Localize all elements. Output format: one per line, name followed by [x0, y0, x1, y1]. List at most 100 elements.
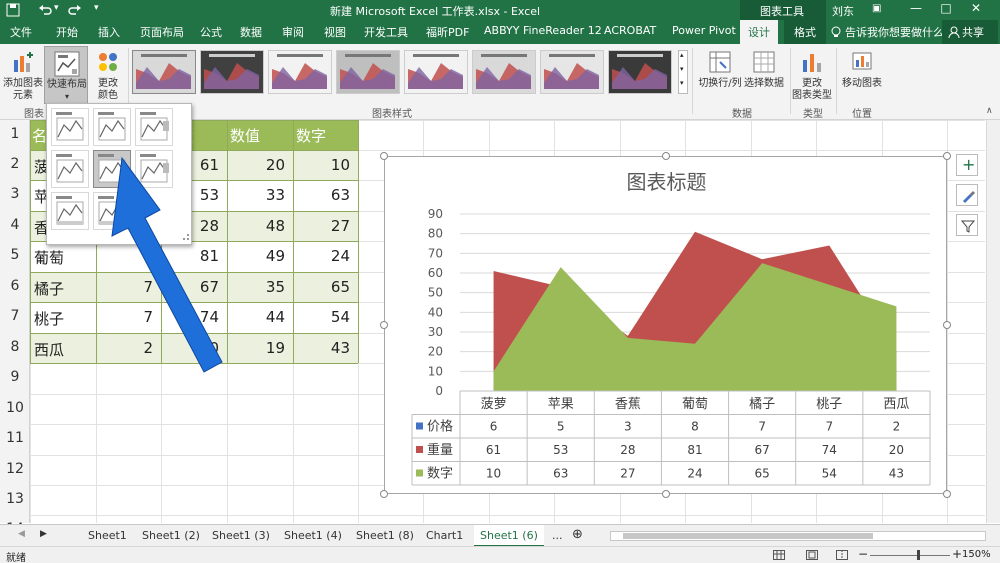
chart-style-thumb[interactable] [608, 50, 672, 94]
tab-foxit-pdf[interactable]: 福昕PDF [426, 24, 469, 40]
table-cell-value[interactable]: 24 [293, 247, 358, 265]
vertical-scrollbar[interactable] [986, 120, 1000, 523]
chart-resize-handle[interactable] [661, 490, 670, 498]
add-sheet-button[interactable]: ⊕ [572, 525, 583, 543]
tab-data[interactable]: 数据 [240, 24, 262, 40]
tab-developer[interactable]: 开发工具 [364, 24, 408, 40]
gallery-down-icon[interactable]: ▾ [680, 65, 684, 73]
chart-title[interactable]: 图表标题 [627, 170, 707, 194]
row-header[interactable]: 12 [0, 461, 30, 477]
more-sheets-button[interactable]: ... [552, 527, 563, 545]
row-header[interactable]: 9 [0, 369, 30, 385]
row-header[interactable]: 2 [0, 156, 30, 172]
chart-resize-handle[interactable] [943, 490, 951, 498]
page-layout-view-icon[interactable] [806, 550, 818, 560]
row-header[interactable]: 7 [0, 308, 30, 324]
move-chart-button[interactable]: 移动图表 [838, 46, 886, 104]
zoom-level[interactable]: 150% [962, 549, 991, 560]
gallery-scroll[interactable]: ▴ ▾ ▾ [678, 50, 688, 94]
zoom-slider[interactable] [870, 555, 950, 556]
gallery-more-icon[interactable]: ▾ [680, 79, 684, 87]
next-sheet-button[interactable]: ▶ [40, 527, 47, 545]
row-header[interactable]: 13 [0, 491, 30, 507]
table-cell-value[interactable]: 27 [293, 217, 358, 235]
quick-layout-button[interactable]: 快速布局 ▾ [44, 46, 88, 104]
undo-icon[interactable] [38, 3, 52, 17]
horizontal-scrollbar[interactable] [610, 531, 986, 541]
change-colors-button[interactable]: 更改 颜色 [90, 46, 126, 104]
tab-review[interactable]: 审阅 [282, 24, 304, 40]
chart-resize-handle[interactable] [380, 490, 388, 498]
chart-resize-handle[interactable] [943, 152, 951, 160]
switch-row-column-button[interactable]: 切换行/列 [698, 46, 742, 104]
row-header[interactable]: 10 [0, 400, 30, 416]
row-header[interactable]: 8 [0, 339, 30, 355]
tab-design[interactable]: 设计 [740, 20, 778, 44]
table-cell-name[interactable]: 西瓜 [34, 339, 64, 360]
tab-file[interactable]: 文件 [10, 24, 32, 40]
sheet-tab[interactable]: Chart1 [426, 527, 463, 545]
table-cell-value[interactable]: 63 [293, 186, 358, 204]
ribbon-display-icon[interactable]: ▣ [872, 3, 881, 14]
tab-power-pivot[interactable]: Power Pivot [672, 24, 736, 37]
zoom-in-button[interactable]: + [952, 547, 962, 561]
chart-style-thumb[interactable] [268, 50, 332, 94]
chart-filters-button[interactable] [956, 214, 978, 236]
chart-styles-button[interactable] [956, 184, 978, 206]
table-header-cell[interactable]: 名 [32, 125, 47, 146]
minimize-button[interactable]: — [906, 1, 926, 19]
redo-icon[interactable] [68, 3, 82, 17]
chart-elements-button[interactable]: + [956, 154, 978, 176]
tab-abbyy[interactable]: ABBYY FineReader 12 [484, 24, 602, 37]
save-icon[interactable] [6, 3, 20, 17]
chart-style-thumb[interactable] [472, 50, 536, 94]
row-header[interactable]: 6 [0, 278, 30, 294]
user-name[interactable]: 刘东 [832, 3, 854, 19]
quick-layout-option[interactable] [51, 150, 89, 188]
table-header-cell[interactable]: 数字 [296, 125, 326, 146]
table-cell-name[interactable]: 橘子 [34, 278, 64, 299]
chart-style-thumb[interactable] [200, 50, 264, 94]
table-cell-value[interactable]: 65 [293, 278, 358, 296]
sheet-tab[interactable]: Sheet1 (4) [284, 527, 342, 545]
chart-style-thumb[interactable] [132, 50, 196, 94]
sheet-tab[interactable]: Sheet1 (6) [474, 525, 544, 547]
sheet-tab[interactable]: Sheet1 (8) [356, 527, 414, 545]
quick-layout-option[interactable] [51, 108, 89, 146]
table-cell-value[interactable]: 43 [293, 339, 358, 357]
tab-acrobat[interactable]: ACROBAT [604, 24, 656, 37]
undo-dropdown[interactable]: ▾ [54, 3, 59, 13]
tab-page-layout[interactable]: 页面布局 [140, 24, 184, 40]
tell-me-search[interactable]: 告诉我你想要做什么 [845, 24, 944, 40]
table-cell-value[interactable]: 10 [293, 156, 358, 174]
gallery-up-icon[interactable]: ▴ [680, 51, 684, 59]
chart-style-thumb[interactable] [336, 50, 400, 94]
row-header[interactable]: 11 [0, 430, 30, 446]
prev-sheet-button[interactable]: ◀ [18, 527, 25, 545]
tab-home[interactable]: 开始 [56, 24, 78, 40]
chart-resize-handle[interactable] [380, 152, 388, 160]
table-cell-value[interactable]: 54 [293, 308, 358, 326]
chart-style-thumb[interactable] [404, 50, 468, 94]
area-chart[interactable]: 图表标题 0 10 20 30 40 50 60 70 80 90 菠萝 苹果 香蕉 葡萄 橘子 桃子 西瓜 价格 6… [384, 156, 947, 494]
share-button[interactable]: 共享 [942, 20, 998, 44]
chart-resize-handle[interactable] [943, 321, 951, 329]
sheet-tab[interactable]: Sheet1 (3) [212, 527, 270, 545]
zoom-slider-thumb[interactable] [917, 550, 920, 560]
add-chart-element-button[interactable]: 添加图表 元素 [2, 46, 44, 104]
row-header[interactable]: 1 [0, 126, 30, 142]
tab-insert[interactable]: 插入 [98, 24, 120, 40]
restore-button[interactable]: □ [936, 1, 956, 19]
table-cell-name[interactable]: 葡萄 [34, 247, 64, 268]
tab-view[interactable]: 视图 [324, 24, 346, 40]
horizontal-scroll-thumb[interactable] [623, 533, 873, 539]
collapse-ribbon-icon[interactable]: ∧ [986, 106, 993, 116]
change-chart-type-button[interactable]: 更改 图表类型 [792, 46, 832, 104]
table-header-cell[interactable]: 数值 [230, 125, 260, 146]
quick-layout-option[interactable] [93, 108, 131, 146]
page-break-view-icon[interactable] [836, 550, 848, 560]
row-header[interactable]: 4 [0, 217, 30, 233]
quick-layout-option[interactable] [135, 108, 173, 146]
select-data-button[interactable]: 选择数据 [742, 46, 786, 104]
tab-format[interactable]: 格式 [784, 20, 826, 44]
